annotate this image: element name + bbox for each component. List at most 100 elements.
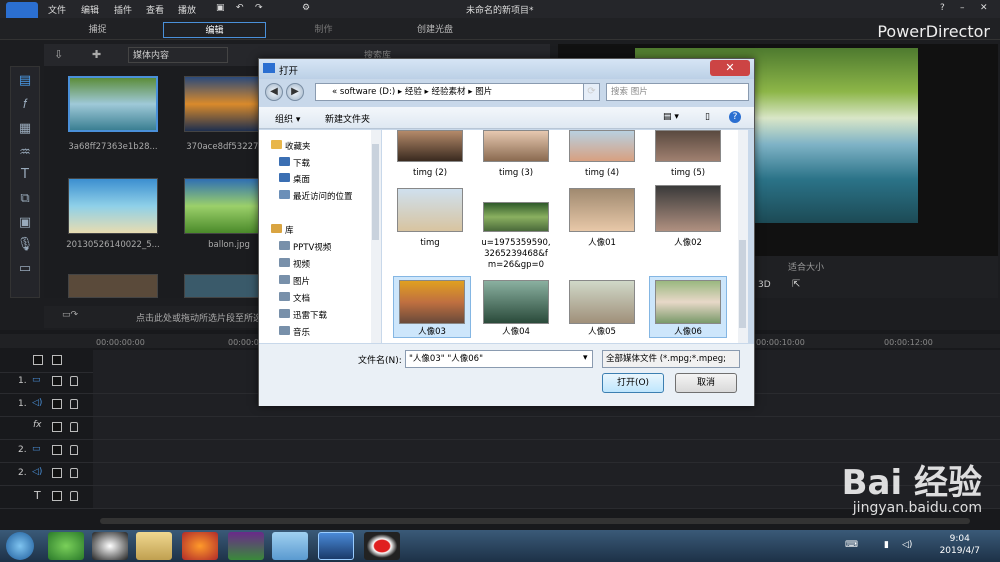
zoom-dropdown[interactable]: 适合大小 bbox=[788, 260, 824, 273]
nav-item-videos[interactable]: 视频 bbox=[293, 258, 310, 270]
fx-room-icon[interactable]: 𝑓 bbox=[16, 97, 34, 113]
library-item[interactable] bbox=[68, 274, 158, 298]
lock-icon[interactable] bbox=[70, 399, 78, 409]
taskbar-app-paper[interactable] bbox=[272, 532, 308, 560]
lock-icon[interactable] bbox=[70, 468, 78, 478]
file-thumbnail[interactable] bbox=[397, 130, 463, 162]
lock-icon[interactable] bbox=[70, 491, 78, 501]
tab-produce[interactable]: 制作 bbox=[296, 22, 351, 38]
menu-view[interactable]: 查看 bbox=[146, 3, 164, 16]
nav-item-pictures[interactable]: 图片 bbox=[293, 275, 310, 287]
file-thumbnail[interactable] bbox=[397, 188, 463, 232]
new-folder-button[interactable]: 新建文件夹 bbox=[325, 112, 370, 125]
library-dropdown[interactable]: 媒体内容 bbox=[128, 47, 228, 63]
media-room-icon[interactable]: ▤ bbox=[16, 73, 34, 89]
transition-room-icon[interactable]: ⧉ bbox=[16, 191, 34, 207]
file-thumbnail[interactable] bbox=[569, 130, 635, 162]
library-item[interactable] bbox=[68, 178, 158, 234]
organize-button[interactable]: 组织 ▾ bbox=[275, 112, 300, 125]
view-options-icon[interactable]: ▤ ▾ bbox=[663, 112, 679, 122]
nav-item-music[interactable]: 音乐 bbox=[293, 326, 310, 338]
preview-pane-icon[interactable]: ▯ bbox=[705, 112, 710, 122]
back-button[interactable]: ◀ bbox=[265, 83, 283, 101]
nav-item-libraries[interactable]: 库 bbox=[285, 224, 294, 236]
file-thumbnail[interactable] bbox=[655, 280, 721, 324]
pip-room-icon[interactable]: ▦ bbox=[16, 121, 34, 137]
nav-scrollbar[interactable] bbox=[371, 130, 381, 343]
nav-item-favorites[interactable]: 收藏夹 bbox=[285, 140, 311, 152]
lock-icon[interactable] bbox=[70, 422, 78, 432]
menu-play[interactable]: 播放 bbox=[178, 3, 196, 16]
file-thumbnail[interactable] bbox=[483, 202, 549, 232]
open-button[interactable]: 打开(O) bbox=[602, 373, 664, 393]
lock-icon[interactable] bbox=[70, 445, 78, 455]
chevron-down-icon[interactable]: ▾ bbox=[583, 353, 588, 363]
lock-icon[interactable] bbox=[70, 376, 78, 386]
taskbar-app-browser[interactable] bbox=[48, 532, 84, 560]
refresh-icon[interactable]: ⟳ bbox=[583, 83, 600, 101]
menu-file[interactable]: 文件 bbox=[48, 3, 66, 16]
nav-item-desktop[interactable]: 桌面 bbox=[293, 173, 310, 185]
menu-edit[interactable]: 编辑 bbox=[81, 3, 99, 16]
help-icon[interactable]: ? bbox=[729, 111, 741, 123]
tab-edit[interactable]: 编辑 bbox=[163, 22, 266, 38]
taskbar-app-qq[interactable] bbox=[92, 532, 128, 560]
forward-button[interactable]: ▶ bbox=[286, 83, 304, 101]
file-thumbnail[interactable] bbox=[655, 130, 721, 162]
redo-icon[interactable]: ↷ bbox=[255, 3, 263, 13]
breadcrumb-item[interactable]: 经验素材 bbox=[432, 87, 466, 97]
export-icon[interactable]: ⇱ bbox=[792, 279, 800, 290]
cancel-button[interactable]: 取消 bbox=[675, 373, 737, 393]
breadcrumb-item[interactable]: 图片 bbox=[475, 87, 492, 97]
nav-item-documents[interactable]: 文档 bbox=[293, 292, 310, 304]
mixer-room-icon[interactable]: ▣ bbox=[16, 215, 34, 231]
gear-icon[interactable]: ⚙ bbox=[302, 3, 310, 13]
save-icon[interactable]: ▣ bbox=[216, 3, 225, 13]
taskbar-app-recorder[interactable] bbox=[364, 532, 400, 560]
file-thumbnail[interactable] bbox=[483, 130, 549, 162]
minimize-icon[interactable]: – bbox=[960, 3, 965, 13]
menu-plugins[interactable]: 插件 bbox=[114, 3, 132, 16]
3d-toggle[interactable]: 3D bbox=[758, 280, 771, 290]
file-thumbnail[interactable] bbox=[569, 280, 635, 324]
chapter-room-icon[interactable]: ▭ bbox=[16, 261, 34, 277]
file-thumbnail[interactable] bbox=[655, 185, 721, 232]
nav-item-recent[interactable]: 最近访问的位置 bbox=[293, 190, 353, 202]
import-icon[interactable]: ⇩ bbox=[54, 48, 63, 61]
address-bar[interactable]: « software (D:) ▸ 经验 ▸ 经验素材 ▸ 图片 bbox=[315, 83, 600, 101]
nav-item-downloads[interactable]: 下载 bbox=[293, 157, 310, 169]
undo-icon[interactable]: ↶ bbox=[236, 3, 244, 13]
help-icon[interactable]: ? bbox=[940, 3, 945, 13]
taskbar-app-explorer[interactable] bbox=[136, 532, 172, 560]
tab-create-disc[interactable]: 创建光盘 bbox=[400, 22, 470, 38]
close-icon[interactable]: ✕ bbox=[980, 3, 988, 13]
library-item[interactable] bbox=[68, 76, 158, 132]
start-button[interactable] bbox=[6, 532, 34, 560]
file-thumbnail[interactable] bbox=[569, 188, 635, 232]
nav-item-thunder[interactable]: 迅雷下载 bbox=[293, 309, 327, 321]
network-icon[interactable]: ▮ bbox=[884, 540, 889, 550]
volume-icon[interactable]: ◁) bbox=[902, 540, 912, 550]
title-room-icon[interactable]: T bbox=[16, 167, 34, 183]
close-icon[interactable]: ✕ bbox=[710, 60, 750, 76]
nav-item-pptv[interactable]: PPTV视频 bbox=[293, 241, 331, 253]
clock[interactable]: 9:04 2019/4/7 bbox=[940, 534, 980, 556]
breadcrumb-item[interactable]: 经验 bbox=[405, 87, 422, 97]
filename-field[interactable]: "人像03" "人像06" bbox=[405, 350, 593, 368]
particle-room-icon[interactable]: ♒ bbox=[16, 145, 34, 161]
plugin-icon[interactable]: ✚ bbox=[92, 48, 101, 61]
file-thumbnail[interactable] bbox=[483, 280, 549, 324]
timeline-scrollbar[interactable] bbox=[100, 518, 970, 524]
taskbar-app-media[interactable] bbox=[228, 532, 264, 560]
taskbar-app-firefox[interactable] bbox=[182, 532, 218, 560]
taskbar-app-powerdirector[interactable] bbox=[318, 532, 354, 560]
storyboard-icon[interactable]: ▭↷ bbox=[62, 310, 78, 320]
search-input[interactable]: 搜索 图片 bbox=[606, 83, 749, 101]
file-thumbnail[interactable] bbox=[399, 280, 465, 324]
tab-capture[interactable]: 捕捉 bbox=[70, 22, 125, 38]
keyboard-icon[interactable]: ⌨ bbox=[845, 540, 858, 550]
mic-icon[interactable]: 🎙 bbox=[16, 237, 34, 253]
file-scrollbar[interactable] bbox=[738, 130, 748, 343]
breadcrumb-item[interactable]: software (D:) bbox=[340, 87, 395, 97]
filetype-select[interactable]: 全部媒体文件 (*.mpg;*.mpeg; bbox=[602, 350, 740, 368]
